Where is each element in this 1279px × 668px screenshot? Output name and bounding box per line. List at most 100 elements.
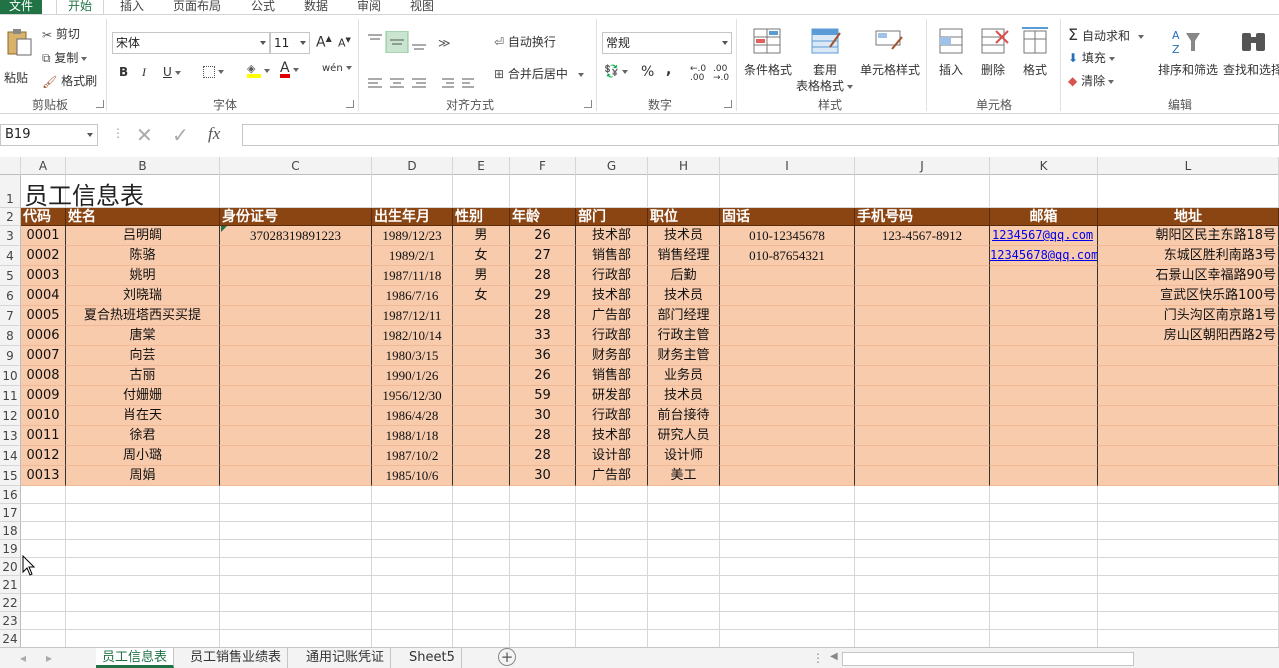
empty-cell[interactable] — [510, 576, 576, 594]
empty-cell[interactable] — [220, 630, 372, 647]
borders-button[interactable] — [203, 64, 224, 78]
row-header-19[interactable]: 19 — [0, 540, 21, 558]
empty-cell[interactable] — [576, 175, 648, 208]
table-cell[interactable] — [720, 466, 855, 486]
table-cell[interactable] — [855, 286, 990, 306]
table-cell[interactable]: 门头沟区南京路1号 — [1098, 306, 1279, 326]
table-cell[interactable] — [720, 446, 855, 466]
table-cell[interactable]: 部门经理 — [648, 306, 720, 326]
table-cell[interactable] — [453, 386, 510, 406]
column-header-a[interactable]: A — [21, 157, 66, 175]
empty-cell[interactable] — [576, 558, 648, 576]
table-cell[interactable]: 宣武区快乐路100号 — [1098, 286, 1279, 306]
table-cell[interactable]: 0008 — [21, 366, 66, 386]
table-cell[interactable] — [1098, 466, 1279, 486]
empty-cell[interactable] — [648, 594, 720, 612]
table-cell[interactable] — [220, 466, 372, 486]
table-cell[interactable]: 朝阳区民主东路18号 — [1098, 226, 1279, 246]
table-cell[interactable]: 广告部 — [576, 306, 648, 326]
empty-cell[interactable] — [66, 612, 220, 630]
cancel-icon[interactable]: ✕ — [136, 123, 153, 147]
table-cell[interactable]: 技术部 — [576, 286, 648, 306]
font-launcher-icon[interactable] — [346, 100, 354, 108]
table-cell[interactable]: 36 — [510, 346, 576, 366]
row-header-4[interactable]: 4 — [0, 246, 21, 266]
empty-cell[interactable] — [855, 504, 990, 522]
select-all-corner[interactable] — [0, 157, 21, 175]
table-cell[interactable]: 陈骆 — [66, 246, 220, 266]
font-name-combo[interactable]: 宋体 — [112, 32, 270, 54]
merge-center-button[interactable]: ⊞ 合并后居中 — [494, 65, 584, 82]
phonetic-button[interactable]: wén — [322, 63, 352, 74]
table-cell[interactable]: 女 — [453, 246, 510, 266]
table-cell[interactable]: 徐君 — [66, 426, 220, 446]
empty-cell[interactable] — [66, 576, 220, 594]
table-cell[interactable] — [855, 346, 990, 366]
italic-button[interactable]: I — [142, 65, 146, 80]
header-h[interactable]: 职位 — [648, 208, 720, 226]
table-cell[interactable]: 29 — [510, 286, 576, 306]
table-cell[interactable]: 0005 — [21, 306, 66, 326]
decrease-decimal-icon[interactable]: .00 →.0 — [713, 65, 729, 83]
column-header-g[interactable]: G — [576, 157, 648, 175]
empty-cell[interactable] — [21, 630, 66, 647]
enter-icon[interactable]: ✓ — [172, 123, 189, 147]
empty-cell[interactable] — [510, 540, 576, 558]
table-cell[interactable]: 前台接待 — [648, 406, 720, 426]
empty-cell[interactable] — [453, 576, 510, 594]
row-header-16[interactable]: 16 — [0, 486, 21, 504]
table-cell[interactable]: 1985/10/6 — [372, 466, 453, 486]
table-cell[interactable]: 0003 — [21, 266, 66, 286]
empty-cell[interactable] — [21, 522, 66, 540]
table-cell[interactable]: 古丽 — [66, 366, 220, 386]
empty-cell[interactable] — [372, 175, 453, 208]
underline-button[interactable]: U — [163, 65, 181, 79]
header-a[interactable]: 代码 — [21, 208, 66, 226]
table-cell[interactable]: 1990/1/26 — [372, 366, 453, 386]
row-header-9[interactable]: 9 — [0, 346, 21, 366]
table-cell[interactable] — [1098, 386, 1279, 406]
email-link[interactable]: 12345678@qq.com — [990, 246, 1098, 266]
table-cell[interactable]: 房山区朝阳西路2号 — [1098, 326, 1279, 346]
table-cell[interactable]: 010-12345678 — [720, 226, 855, 246]
empty-cell[interactable] — [855, 594, 990, 612]
table-cell[interactable] — [990, 446, 1098, 466]
row-header-24[interactable]: 24 — [0, 630, 21, 647]
table-cell[interactable] — [990, 346, 1098, 366]
table-cell[interactable]: 男 — [453, 266, 510, 286]
table-cell[interactable] — [1098, 346, 1279, 366]
table-cell[interactable] — [220, 446, 372, 466]
empty-cell[interactable] — [66, 594, 220, 612]
table-cell[interactable]: 业务员 — [648, 366, 720, 386]
table-cell[interactable] — [453, 306, 510, 326]
empty-cell[interactable] — [855, 612, 990, 630]
table-cell[interactable]: 0001 — [21, 226, 66, 246]
table-cell[interactable] — [220, 426, 372, 446]
table-cell[interactable] — [720, 306, 855, 326]
table-cell[interactable]: 1986/7/16 — [372, 286, 453, 306]
add-sheet-icon[interactable]: + — [498, 648, 516, 666]
empty-cell[interactable] — [576, 612, 648, 630]
empty-cell[interactable] — [66, 504, 220, 522]
row-header-2[interactable]: 2 — [0, 208, 21, 226]
paste-button[interactable]: 粘贴 — [2, 25, 36, 91]
empty-cell[interactable] — [510, 612, 576, 630]
header-f[interactable]: 年龄 — [510, 208, 576, 226]
empty-cell[interactable] — [21, 594, 66, 612]
table-cell[interactable]: 33 — [510, 326, 576, 346]
sheet-tab-employee-info[interactable]: 员工信息表 — [96, 648, 175, 668]
empty-cell[interactable] — [453, 540, 510, 558]
table-cell[interactable] — [220, 406, 372, 426]
row-header-6[interactable]: 6 — [0, 286, 21, 306]
table-cell[interactable] — [990, 386, 1098, 406]
empty-cell[interactable] — [453, 486, 510, 504]
empty-cell[interactable] — [453, 175, 510, 208]
row-header-23[interactable]: 23 — [0, 612, 21, 630]
empty-cell[interactable] — [720, 630, 855, 647]
fill-button[interactable]: ⬇ 填充 — [1068, 49, 1115, 66]
table-cell[interactable] — [855, 406, 990, 426]
table-cell[interactable] — [1098, 426, 1279, 446]
table-cell[interactable]: 设计师 — [648, 446, 720, 466]
comma-button[interactable]: , — [666, 62, 671, 78]
table-cell[interactable]: 26 — [510, 366, 576, 386]
